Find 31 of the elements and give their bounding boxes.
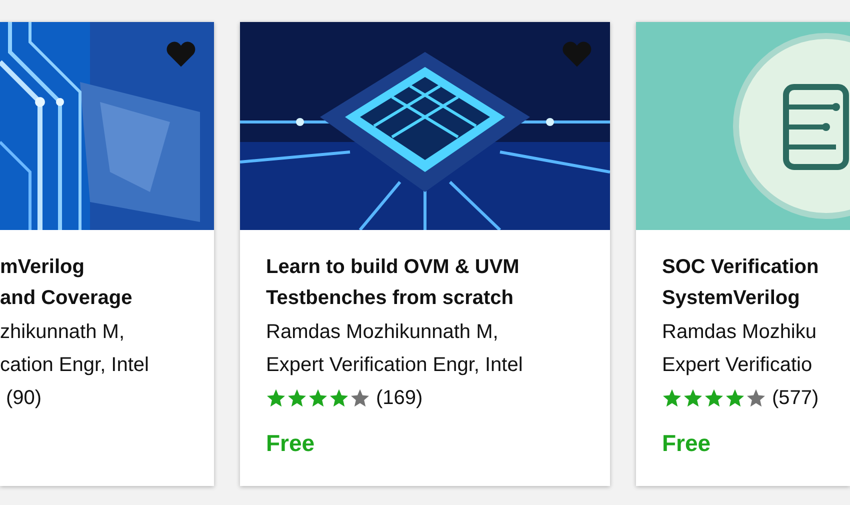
rating-count: (169) bbox=[376, 386, 423, 411]
instructor-text: Expert Verificatio bbox=[662, 353, 812, 378]
course-title: mVerilog bbox=[0, 255, 84, 280]
course-title: Testbenches from scratch bbox=[266, 286, 514, 311]
star-icon bbox=[308, 388, 328, 408]
rating-count: (90) bbox=[6, 386, 42, 411]
star-icon bbox=[725, 388, 745, 408]
instructor-text: zhikunnath M, bbox=[0, 320, 125, 345]
heart-icon[interactable] bbox=[165, 40, 197, 68]
star-icon bbox=[266, 388, 286, 408]
star-icon bbox=[662, 388, 682, 408]
star-icon bbox=[287, 388, 307, 408]
instructor-text: Ramdas Mozhikunnath M, bbox=[266, 320, 498, 345]
star-icon bbox=[329, 388, 349, 408]
course-card[interactable]: mVerilog and Coverage zhikunnath M, cation Engr, Intel (90) bbox=[0, 22, 214, 486]
star-icon bbox=[746, 388, 766, 408]
rating-count: (577) bbox=[772, 386, 819, 411]
star-icon bbox=[683, 388, 703, 408]
instructor-text: Expert Verification Engr, Intel bbox=[266, 353, 523, 378]
course-title: SystemVerilog bbox=[662, 286, 800, 311]
instructor-text: Ramdas Mozhiku bbox=[662, 320, 817, 345]
course-card[interactable]: SOC Verification SystemVerilog Ramdas Mozhiku Expert Verificatio (577) Free bbox=[636, 22, 850, 486]
price-text: Free bbox=[662, 429, 711, 458]
instructor-text: cation Engr, Intel bbox=[0, 353, 149, 378]
course-title: SOC Verification bbox=[662, 255, 819, 280]
star-icon bbox=[704, 388, 724, 408]
course-card[interactable]: Learn to build OVM & UVM Testbenches from scratch Ramdas Mozhikunnath M, Expert Verification Engr, Intel (169) Free bbox=[240, 22, 610, 486]
star-icon bbox=[350, 388, 370, 408]
course-title: Learn to build OVM & UVM bbox=[266, 255, 520, 280]
price-text: Free bbox=[266, 429, 315, 458]
course-title: and Coverage bbox=[0, 286, 132, 311]
